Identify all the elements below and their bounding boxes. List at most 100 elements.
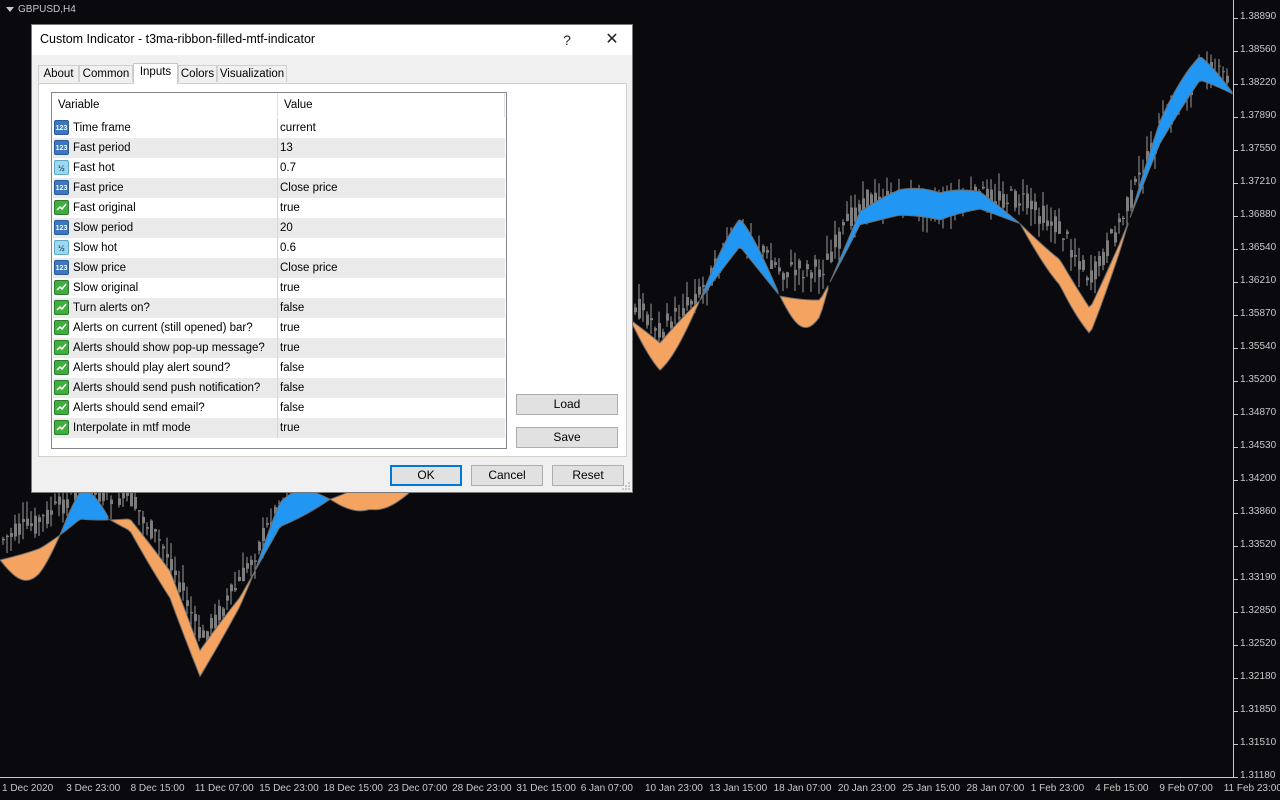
boolean-type-icon [54, 280, 69, 295]
param-value[interactable]: true [280, 278, 300, 298]
candle-body [822, 274, 825, 276]
param-row[interactable]: ½ Slow hot 0.6 [53, 238, 505, 258]
candle-body [1042, 205, 1045, 223]
param-value[interactable]: Close price [280, 258, 338, 278]
cell-divider [277, 298, 278, 318]
tab-inputs[interactable]: Inputs [133, 63, 178, 84]
param-row[interactable]: Alerts should send email? false [53, 398, 505, 418]
tab-visualization[interactable]: Visualization [217, 65, 287, 82]
price-tick-label: 1.31180 [1240, 770, 1276, 781]
tab-about[interactable]: About [38, 65, 79, 82]
candle-body [846, 213, 849, 221]
boolean-type-icon [54, 300, 69, 315]
param-row[interactable]: Fast original true [53, 198, 505, 218]
price-tick [1234, 282, 1238, 283]
param-value[interactable]: true [280, 198, 300, 218]
candle-body [762, 245, 765, 253]
param-value[interactable]: false [280, 298, 304, 318]
resize-grip-icon[interactable] [622, 482, 630, 490]
boolean-type-icon [54, 420, 69, 435]
param-value[interactable]: true [280, 338, 300, 358]
param-row[interactable]: Interpolate in mtf mode true [53, 418, 505, 438]
close-button[interactable]: ✕ [592, 25, 632, 55]
candle-body [634, 307, 637, 313]
param-value[interactable]: false [280, 378, 304, 398]
cell-divider [277, 278, 278, 298]
candle-body [146, 527, 149, 529]
price-tick-label: 1.31510 [1240, 737, 1277, 748]
dropdown-triangle-icon[interactable] [6, 6, 14, 12]
param-row[interactable]: Alerts should play alert sound? false [53, 358, 505, 378]
price-tick [1234, 216, 1238, 217]
param-row[interactable]: Alerts should send push notification? fal… [53, 378, 505, 398]
custom-indicator-dialog: Custom Indicator - t3ma-ribbon-filled-mt… [31, 24, 633, 493]
param-value[interactable]: 0.6 [280, 238, 296, 258]
cell-divider [277, 118, 278, 138]
param-row[interactable]: Slow original true [53, 278, 505, 298]
chart-symbol-label: GBPUSD,H4 [6, 4, 76, 15]
column-header-value[interactable]: Value [278, 93, 504, 117]
column-header-variable[interactable]: Variable [52, 93, 277, 117]
param-value[interactable]: current [280, 118, 316, 138]
param-row[interactable]: 123 Slow price Close price [53, 258, 505, 278]
param-row[interactable]: Turn alerts on? false [53, 298, 505, 318]
param-value[interactable]: true [280, 418, 300, 438]
param-value[interactable]: 20 [280, 218, 293, 238]
candle-body [1098, 255, 1101, 267]
candle-body [1130, 189, 1133, 208]
cancel-button[interactable]: Cancel [471, 465, 543, 486]
time-tick-label: 6 Jan 07:00 [580, 783, 633, 794]
boolean-type-icon [54, 200, 69, 215]
price-tick [1234, 414, 1238, 415]
price-tick-label: 1.33860 [1240, 506, 1277, 517]
param-row[interactable]: Alerts on current (still opened) bar? tru… [53, 318, 505, 338]
param-variable: Slow price [73, 262, 127, 274]
candle-body [154, 529, 157, 532]
reset-button[interactable]: Reset [552, 465, 624, 486]
param-row[interactable]: 123 Fast period 13 [53, 138, 505, 158]
candle-body [658, 323, 661, 338]
price-tick [1234, 447, 1238, 448]
dialog-titlebar[interactable]: Custom Indicator - t3ma-ribbon-filled-mt… [32, 25, 632, 55]
tab-colors[interactable]: Colors [178, 65, 217, 82]
candle-body [650, 318, 653, 321]
candle-body [1030, 200, 1033, 210]
candle-body [242, 567, 245, 582]
param-value[interactable]: false [280, 358, 304, 378]
time-tick-label: 20 Jan 23:00 [837, 783, 896, 794]
candle-body [238, 576, 241, 581]
param-value[interactable]: true [280, 318, 300, 338]
param-row[interactable]: Alerts should show pop-up message? true [53, 338, 505, 358]
param-value[interactable]: Close price [280, 178, 338, 198]
candle-body [830, 251, 833, 262]
load-button[interactable]: Load [516, 394, 618, 415]
candle-body [178, 582, 181, 593]
tab-common[interactable]: Common [79, 65, 133, 82]
price-tick-label: 1.35540 [1240, 341, 1277, 352]
param-variable: Interpolate in mtf mode [73, 422, 191, 434]
candle-body [670, 321, 673, 328]
price-tick-label: 1.32180 [1240, 671, 1277, 682]
candle-body [194, 614, 197, 622]
save-button[interactable]: Save [516, 427, 618, 448]
candle-body [1014, 191, 1017, 208]
ok-button[interactable]: OK [390, 465, 462, 486]
param-value[interactable]: false [280, 398, 304, 418]
candle-body [1082, 259, 1085, 270]
inputs-grid[interactable]: Variable Value 123 Time frame current 123 Fa… [51, 92, 507, 449]
candle-body [778, 267, 781, 272]
candle-body [1114, 232, 1117, 243]
candle-body [134, 496, 137, 509]
boolean-type-icon [54, 380, 69, 395]
candle-body [686, 297, 689, 306]
candle-body [842, 222, 845, 226]
param-value[interactable]: 0.7 [280, 158, 296, 178]
inputs-panel: Variable Value 123 Time frame current 123 Fa… [38, 83, 627, 457]
help-button[interactable]: ? [550, 25, 584, 55]
param-row[interactable]: ½ Fast hot 0.7 [53, 158, 505, 178]
param-row[interactable]: 123 Fast price Close price [53, 178, 505, 198]
param-row[interactable]: 123 Slow period 20 [53, 218, 505, 238]
param-row[interactable]: 123 Time frame current [53, 118, 505, 138]
param-value[interactable]: 13 [280, 138, 293, 158]
candle-body [246, 563, 249, 569]
